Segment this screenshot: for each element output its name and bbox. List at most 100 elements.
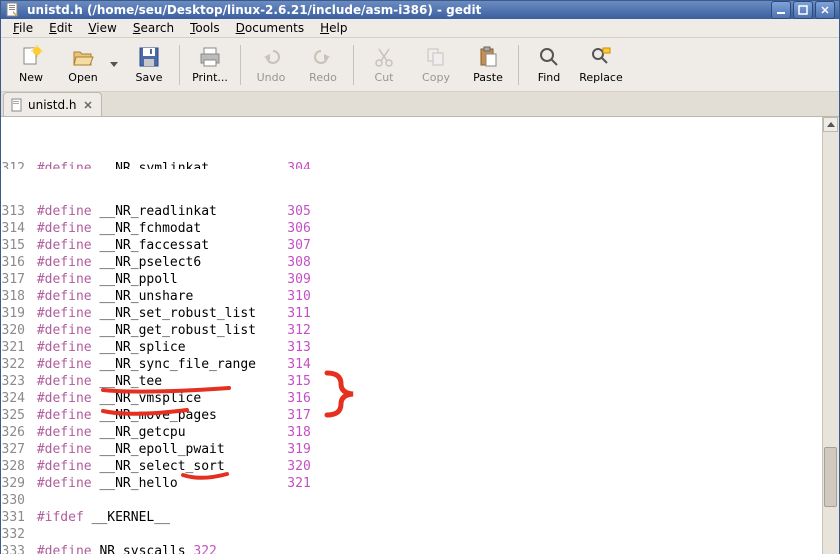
line-number: 315 <box>1 237 29 254</box>
maximize-button[interactable] <box>793 1 813 19</box>
replace-label: Replace <box>579 71 623 84</box>
line-number: 324 <box>1 390 29 407</box>
code-line: #define __NR_vmsplice 316 <box>29 390 822 407</box>
tab-label: unistd.h <box>28 98 77 112</box>
tab-close-button[interactable] <box>81 98 95 112</box>
menu-documents[interactable]: Documents <box>228 19 312 37</box>
line-number: 314 <box>1 220 29 237</box>
code-line: #define NR_syscalls 322 <box>29 543 822 554</box>
scroll-thumb[interactable] <box>824 447 837 507</box>
code-line: #define __NR_unshare 310 <box>29 288 822 305</box>
editor-area: 312 #define __NR_symlinkat 304 313 #defi… <box>1 117 839 554</box>
line-number: 316 <box>1 254 29 271</box>
find-button[interactable]: Find <box>525 40 573 90</box>
separator <box>518 45 519 85</box>
code-line: #define __NR_set_robust_list 311 <box>29 305 822 322</box>
tab-unistd[interactable]: unistd.h <box>3 92 102 116</box>
code-line <box>29 526 822 543</box>
line-number: 323 <box>1 373 29 390</box>
separator <box>240 45 241 85</box>
code-line: #define __NR_select_sort 320 <box>29 458 822 475</box>
menu-edit[interactable]: Edit <box>41 19 80 37</box>
vertical-scrollbar[interactable] <box>822 117 839 554</box>
toolbar: New Open Save Print... Undo Redo Cut <box>1 38 839 92</box>
code-editor[interactable]: 312 #define __NR_symlinkat 304 313 #defi… <box>1 117 822 554</box>
line-number: 327 <box>1 441 29 458</box>
redo-icon <box>311 45 335 69</box>
open-label: Open <box>68 71 97 84</box>
menu-file[interactable]: File <box>5 19 41 37</box>
cut-icon <box>372 45 396 69</box>
open-icon <box>71 45 95 69</box>
separator <box>179 45 180 85</box>
app-icon <box>5 2 21 18</box>
menu-search[interactable]: Search <box>125 19 182 37</box>
line-number: 329 <box>1 475 29 492</box>
minimize-button[interactable] <box>771 1 791 19</box>
line-number: 325 <box>1 407 29 424</box>
code-line: #define __NR_ppoll 309 <box>29 271 822 288</box>
file-icon <box>10 98 24 112</box>
line-number: 321 <box>1 339 29 356</box>
separator <box>353 45 354 85</box>
print-label: Print... <box>192 71 228 84</box>
redo-label: Redo <box>309 71 337 84</box>
open-button[interactable]: Open <box>59 40 107 90</box>
titlebar: unistd.h (/home/seu/Desktop/linux-2.6.21… <box>1 1 839 19</box>
line-number: 330 <box>1 492 29 509</box>
line-number: 331 <box>1 509 29 526</box>
new-button[interactable]: New <box>7 40 55 90</box>
code-line: #define __NR_hello 321 <box>29 475 822 492</box>
redo-button[interactable]: Redo <box>299 40 347 90</box>
save-icon <box>137 45 161 69</box>
tabbar: unistd.h <box>1 92 839 117</box>
paste-label: Paste <box>473 71 503 84</box>
print-button[interactable]: Print... <box>186 40 234 90</box>
open-dropdown[interactable] <box>109 41 119 89</box>
menu-help[interactable]: Help <box>312 19 355 37</box>
undo-button[interactable]: Undo <box>247 40 295 90</box>
line-number: 320 <box>1 322 29 339</box>
save-label: Save <box>135 71 162 84</box>
new-icon <box>19 45 43 69</box>
code-line <box>29 492 822 509</box>
cut-button[interactable]: Cut <box>360 40 408 90</box>
menu-view[interactable]: View <box>80 19 124 37</box>
line-number: 322 <box>1 356 29 373</box>
line-number: 328 <box>1 458 29 475</box>
code-line: #define __NR_fchmodat 306 <box>29 220 822 237</box>
copy-label: Copy <box>422 71 450 84</box>
code-line: #define __NR_epoll_pwait 319 <box>29 441 822 458</box>
find-label: Find <box>538 71 561 84</box>
new-label: New <box>19 71 43 84</box>
code-line: #define __NR_move_pages 317 <box>29 407 822 424</box>
code-line: #define __NR_get_robust_list 312 <box>29 322 822 339</box>
code-line: #define __NR_getcpu 318 <box>29 424 822 441</box>
paste-button[interactable]: Paste <box>464 40 512 90</box>
replace-button[interactable]: Replace <box>577 40 625 90</box>
close-button[interactable] <box>815 1 835 19</box>
scroll-up-button[interactable] <box>823 117 838 132</box>
undo-label: Undo <box>257 71 286 84</box>
line-number: 326 <box>1 424 29 441</box>
copy-button[interactable]: Copy <box>412 40 460 90</box>
save-button[interactable]: Save <box>125 40 173 90</box>
line-number: 318 <box>1 288 29 305</box>
window-title: unistd.h (/home/seu/Desktop/linux-2.6.21… <box>27 3 769 17</box>
code-line: #define __NR_symlinkat 304 <box>29 160 822 169</box>
line-number: 317 <box>1 271 29 288</box>
code-line: #define __NR_readlinkat 305 <box>29 203 822 220</box>
code-line: #define __NR_tee 315 <box>29 373 822 390</box>
replace-icon <box>589 45 613 69</box>
menu-tools[interactable]: Tools <box>182 19 228 37</box>
line-number: 332 <box>1 526 29 543</box>
line-number: 333 <box>1 543 29 554</box>
window: unistd.h (/home/seu/Desktop/linux-2.6.21… <box>0 0 840 554</box>
line-number: 313 <box>1 203 29 220</box>
line-number: 319 <box>1 305 29 322</box>
menubar: File Edit View Search Tools Documents He… <box>1 19 839 38</box>
find-icon <box>537 45 561 69</box>
paste-icon <box>476 45 500 69</box>
code-line: #ifdef __KERNEL__ <box>29 509 822 526</box>
undo-icon <box>259 45 283 69</box>
